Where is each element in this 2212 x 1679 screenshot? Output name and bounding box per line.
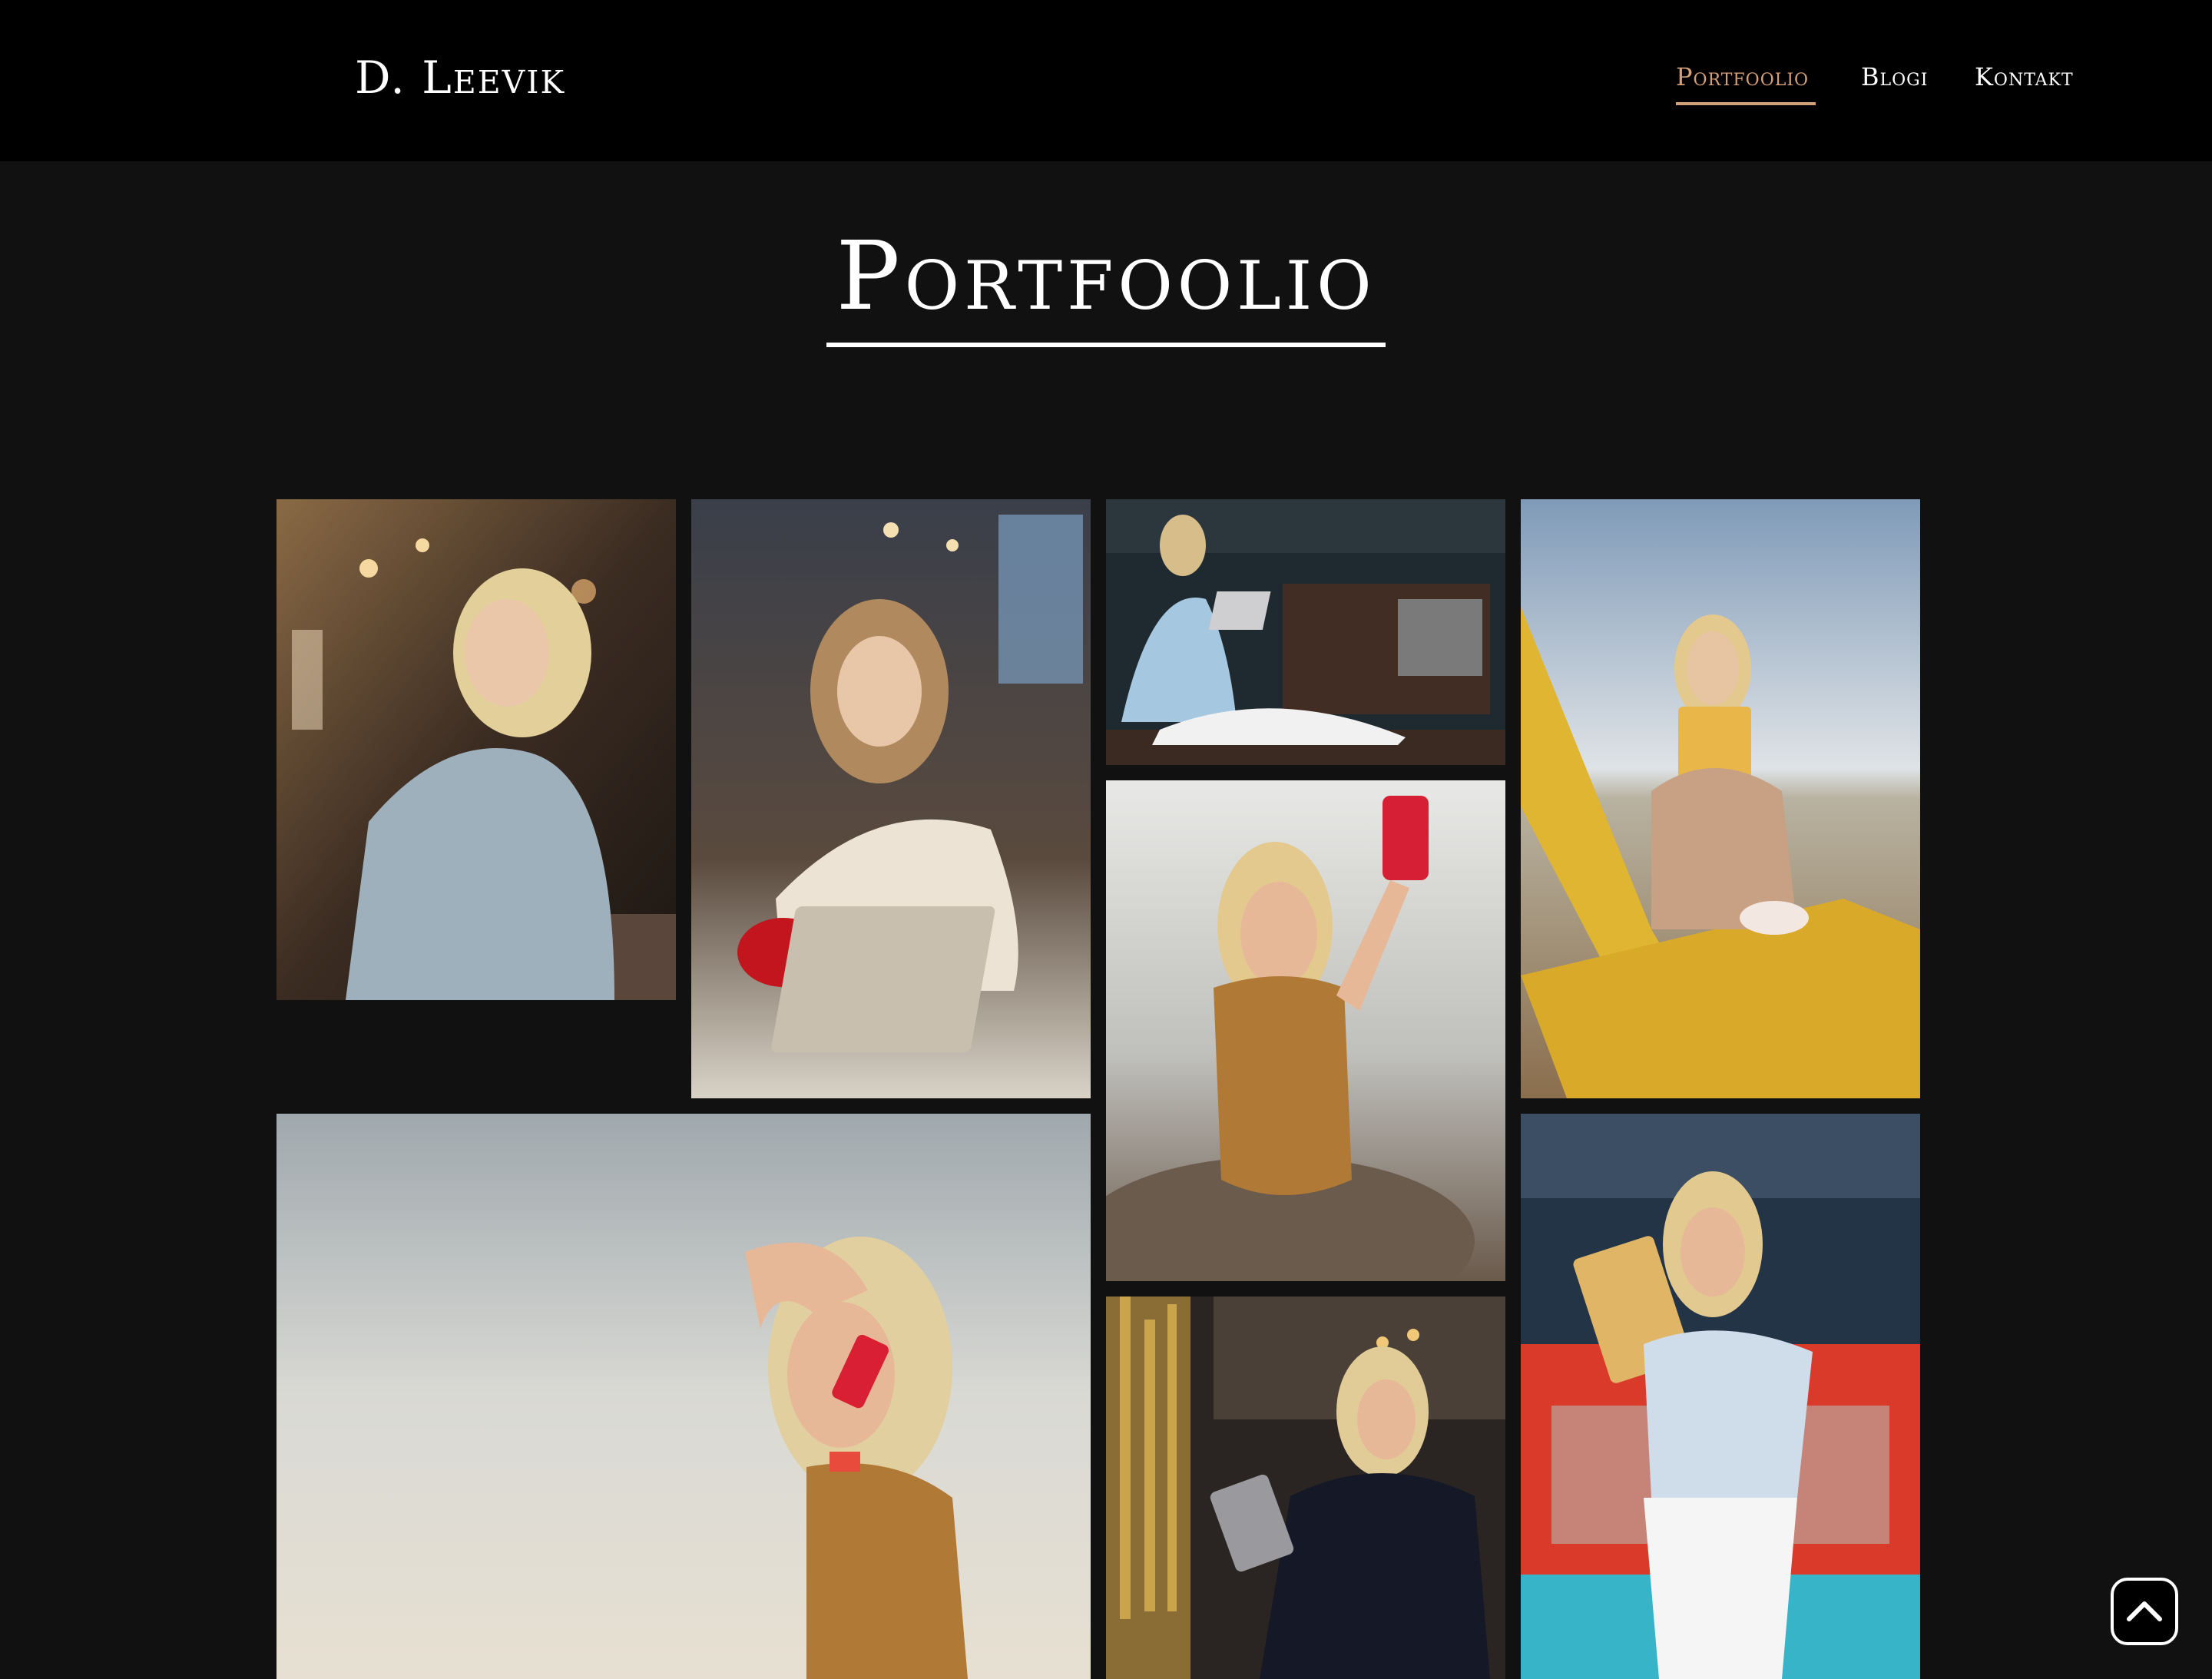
nav-active-indicator [1676,102,1816,105]
nav-item-kontakt[interactable]: Kontakt [1975,60,2074,94]
photo-woman-phone-sky[interactable] [276,1114,1091,1679]
page-title: Portfoolio [836,221,1376,332]
site-header: D. Leevik Portfoolio Blogi Kontakt [0,0,2212,161]
title-underline [826,343,1386,347]
photo-woman-coffee-laptop[interactable] [691,499,1091,1098]
photo-woman-tablet-truck[interactable] [1521,1114,1920,1679]
photo-woman-tablet-beach-bench[interactable] [1521,499,1920,1098]
nav-item-portfoolio[interactable]: Portfoolio [1676,60,1809,94]
photo-woman-selfie-beach[interactable] [1106,780,1505,1281]
scroll-to-top-button[interactable] [2111,1578,2178,1645]
nav-item-blogi[interactable]: Blogi [1861,60,1928,94]
site-logo[interactable]: D. Leevik [355,51,565,104]
chevron-up-icon [2127,1601,2162,1621]
photo-woman-tablet-lounge[interactable] [1106,1297,1505,1679]
photo-woman-phone-cafe[interactable] [276,499,676,1000]
photo-woman-laptop-pier[interactable] [1106,499,1505,765]
